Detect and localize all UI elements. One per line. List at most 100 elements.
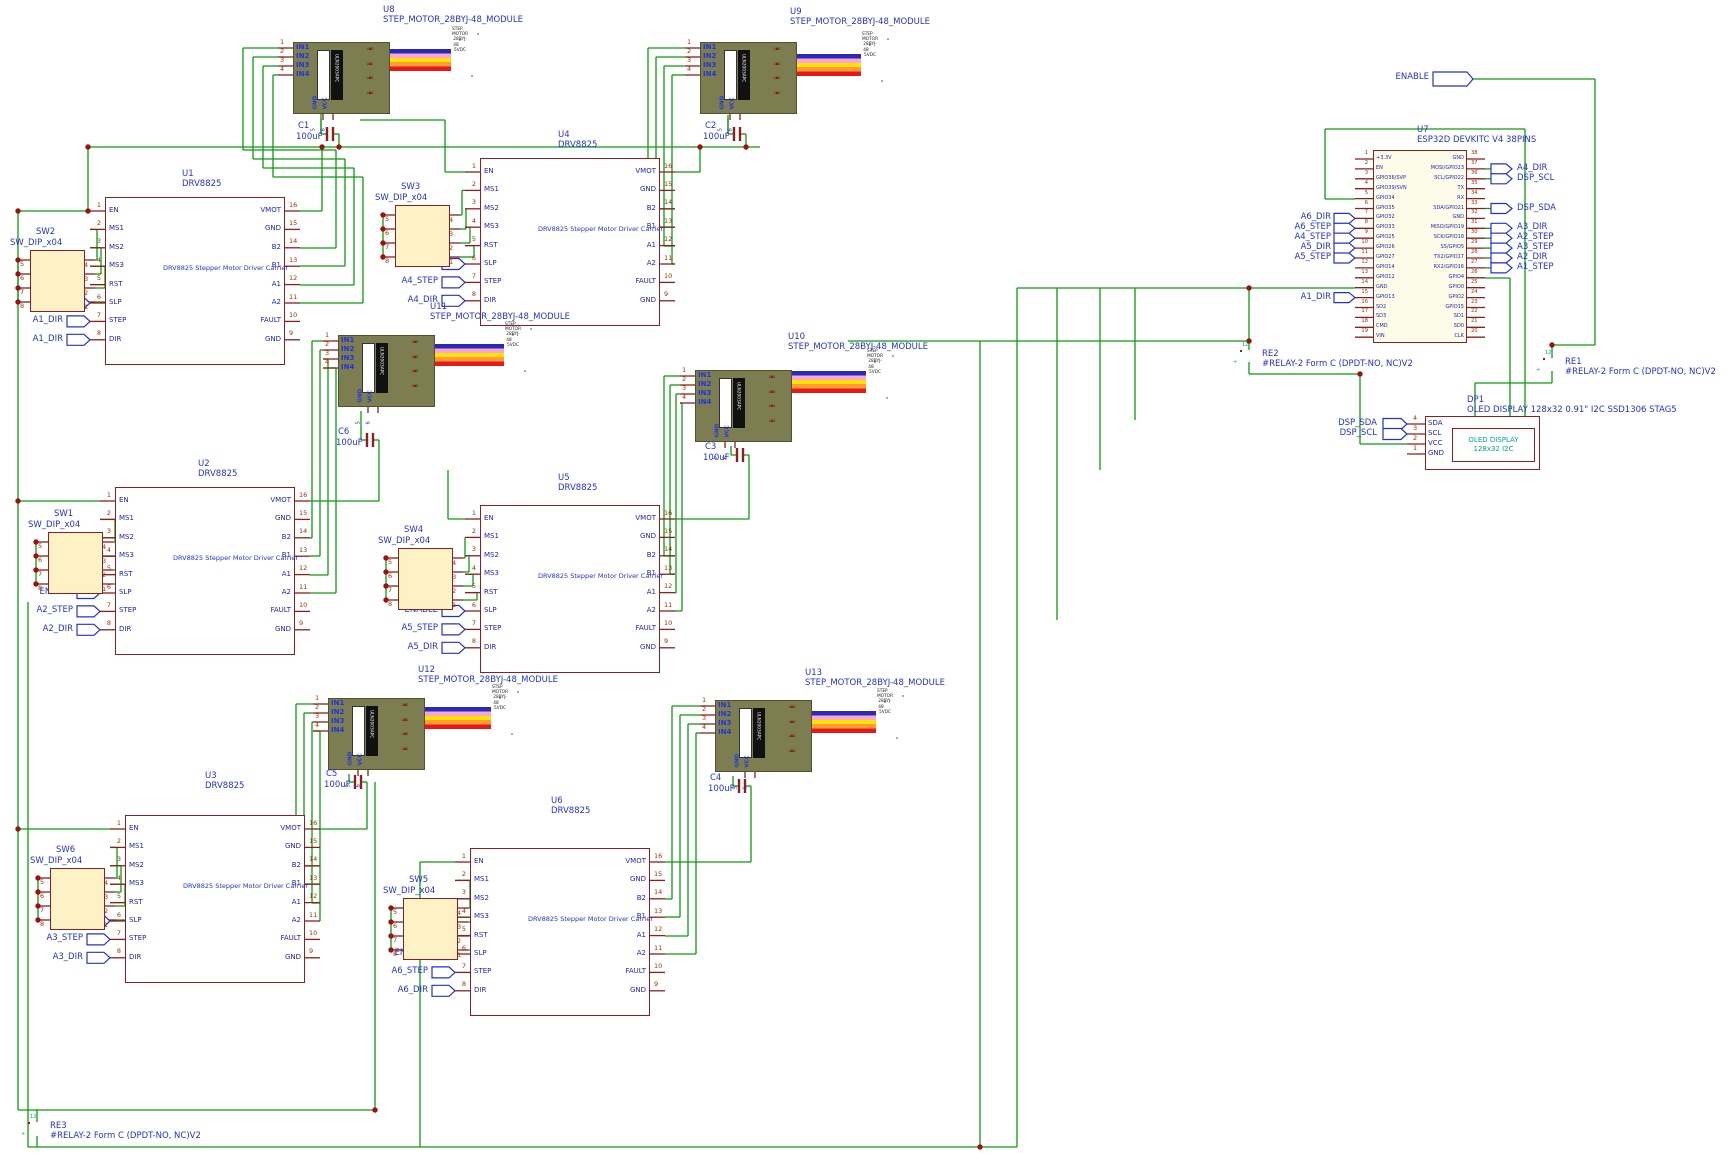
stepper-motor-U8[interactable]: STEP MOTOR 28BYJ-48 5VDC [452,27,468,53]
dip-pin-number: 8 [385,257,390,265]
esp32-pin-name: SCK/GPIO18 [1433,234,1464,241]
driver-symbol-U3[interactable] [125,815,305,983]
driver-symbol-U1[interactable] [105,197,285,365]
net-label[interactable]: DSP_SCL [1340,429,1377,438]
relay-symbol-RE3[interactable] [28,1122,30,1124]
driver-symbol-U6[interactable] [470,848,650,1016]
driver-pin-number: 15 [654,869,663,878]
driver-pin-number: 12 [309,892,318,901]
driver-pin-name: SLP [119,588,132,596]
led-indicator: LED [769,375,776,379]
net-label[interactable]: DSP_SDA [1338,419,1377,428]
dip-pin-number: 6 [20,274,25,282]
net-label[interactable]: A2_DIR [43,625,73,634]
dip-pin-number: 1 [84,303,89,311]
relay-symbol-RE1[interactable] [1543,358,1545,360]
net-label[interactable]: A3_STEP [1517,243,1554,252]
driver-pin-number: 13 [654,906,663,915]
dip-value: SW_DIP_x04 [383,886,436,896]
net-label[interactable]: A1_STEP [1517,263,1554,272]
net-label[interactable]: A2_DIR [1517,253,1547,262]
module-value: STEP_MOTOR_28BYJ-48_MODULE [418,675,559,685]
driver-symbol-U2[interactable] [115,487,295,655]
led-indicator: LED [412,340,419,344]
module-ref: U9 [790,7,802,17]
driver-pin-name: EN [109,206,119,214]
esp32-pin-number: 29 [1471,239,1478,246]
driver-pin-name: STEP [109,316,127,325]
stepper-motor-U9[interactable]: STEP MOTOR 28BYJ-48 5VDC [862,32,878,58]
stepper-motor-U10[interactable]: STEP MOTOR 28BYJ-48 5VDC [867,349,883,375]
net-label[interactable]: A1_DIR [1301,293,1331,302]
net-label[interactable]: DSP_SCL [1517,174,1554,183]
driver-pin-name: MS1 [129,842,144,851]
driver-pin-number: 15 [309,836,318,845]
module-pin-number: 2 [687,47,692,55]
esp32-pin-name: GPIO34 [1376,194,1395,201]
driver-pin-name: A2 [646,259,656,267]
esp32-pin-name: SD2 [1376,303,1387,310]
module-pin-name: IN3 [341,354,355,362]
relay-ref: RE3 [50,1121,67,1131]
module-pin-name: IN1 [331,699,345,707]
module-value: STEP_MOTOR_28BYJ-48_MODULE [790,17,931,27]
driver-pin-number: 16 [654,851,663,860]
dip-switch-SW4[interactable] [398,548,453,610]
dip-switch-SW5[interactable] [403,898,458,960]
driver-pin-name: GND [274,624,291,633]
net-label[interactable]: A4_DIR [1517,164,1547,173]
driver-pin-number: 15 [299,508,308,517]
driver-pin-number: 9 [299,619,304,628]
dip-switch-SW3[interactable] [395,205,450,267]
net-label[interactable]: A5_DIR [1301,243,1331,252]
module-gnd-label: GND [714,423,721,438]
module-pin-name: IN1 [296,43,310,51]
net-label[interactable]: A5_STEP [1294,253,1331,262]
net-label[interactable]: ENABLE [1396,73,1429,82]
driver-pin-number: 13 [299,545,308,554]
net-label[interactable]: A6_DIR [398,986,428,995]
net-label[interactable]: A3_STEP [46,934,83,943]
esp32-pin-name: EN [1376,164,1383,171]
capacitor-value: 100uF [336,438,363,448]
esp32-pin-number: 30 [1471,229,1478,236]
esp32-pin-name: GPIO4 [1448,273,1464,280]
module-ref: U13 [805,668,823,678]
module-pin-number: 2 [702,705,707,713]
relay-symbol-RE2[interactable] [1240,350,1242,352]
chip-label: ULN2003APC [368,710,374,739]
stepper-motor-U12[interactable]: STEP MOTOR 28BYJ-48 5VDC [492,685,508,711]
net-label[interactable]: A6_STEP [391,967,428,976]
net-label[interactable]: A1_DIR [33,316,63,325]
stepper-motor-U13[interactable]: STEP MOTOR 28BYJ-48 5VDC [877,689,893,715]
driver-symbol-U5[interactable] [480,505,660,673]
net-label[interactable]: A3_DIR [53,953,83,962]
net-label[interactable]: A6_STEP [1294,223,1331,232]
module-pin-name: IN3 [331,717,345,725]
relay-pin-marks: 12 [1545,350,1552,356]
stepper-motor-U11[interactable]: STEP MOTOR 28BYJ-48 5VDC [505,322,521,348]
driver-pin-number: 15 [664,526,673,535]
net-label[interactable]: DSP_SDA [1517,203,1556,213]
net-label[interactable]: A5_DIR [408,643,438,652]
net-label[interactable]: A4_STEP [401,277,438,286]
led-label: LED [401,732,409,736]
driver-symbol-U4[interactable] [480,158,660,326]
net-label[interactable]: A2_STEP [36,606,73,615]
module-gnd-label: GND [312,95,319,110]
driver-pin-name: B2 [646,550,656,559]
dip-pin-number: 3 [84,275,89,283]
net-label[interactable]: A6_DIR [1301,213,1331,222]
net-label[interactable]: A1_DIR [33,335,63,344]
net-label[interactable]: A2_STEP [1517,233,1554,242]
dip-switch-SW1[interactable] [48,532,103,594]
led-indicator: LED [367,62,374,66]
net-label[interactable]: A5_STEP [401,624,438,633]
motor-mount-ear [887,38,889,40]
net-label[interactable]: A4_STEP [1294,233,1331,242]
net-label[interactable]: A3_DIR [1517,223,1547,232]
dip-switch-SW6[interactable] [50,868,105,930]
driver-pin-number: 3 [106,527,111,536]
dip-switch-SW2[interactable] [30,250,85,312]
module-pin-number: 1 [687,38,692,46]
